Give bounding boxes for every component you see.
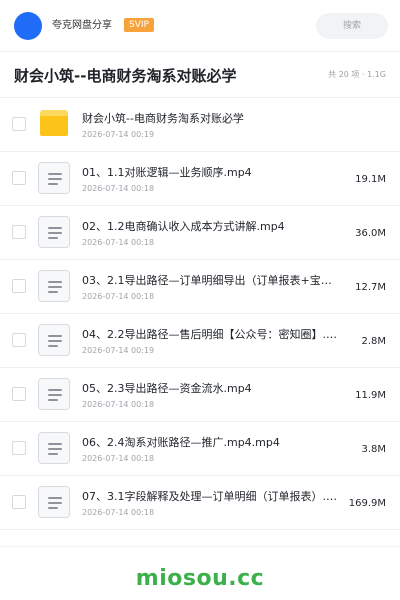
watermark: miosou.cc: [135, 566, 265, 591]
page-title: 财会小筑--电商财务淘系对账必学: [14, 67, 237, 85]
list-item[interactable]: 06、2.4淘系对账路径—推广.mp4.mp4 2026-07-14 00:18…: [0, 422, 400, 476]
document-icon: [38, 324, 70, 356]
select-checkbox[interactable]: [12, 171, 26, 185]
file-date: 2026-07-14 00:18: [82, 454, 155, 463]
document-icon: [38, 486, 70, 518]
file-size: 2.8M: [361, 336, 386, 347]
document-icon: [38, 432, 70, 464]
select-checkbox[interactable]: [12, 333, 26, 347]
file-name[interactable]: 03、2.1导出路径—订单明细导出（订单报表+宝贝…: [82, 274, 340, 288]
user-name[interactable]: 夸克网盘分享: [52, 19, 112, 33]
file-name[interactable]: 07、3.1字段解释及处理—订单明细（订单报表）.…: [82, 490, 340, 504]
document-icon: [38, 270, 70, 302]
file-size: 19.1M: [355, 174, 386, 185]
folder-icon: [38, 108, 70, 140]
file-size: 3.8M: [361, 444, 386, 455]
select-checkbox[interactable]: [12, 441, 26, 455]
document-icon: [38, 216, 70, 248]
select-checkbox[interactable]: [12, 495, 26, 509]
document-icon: [38, 162, 70, 194]
select-checkbox[interactable]: [12, 387, 26, 401]
select-checkbox[interactable]: [12, 279, 26, 293]
file-date: 2026-07-14 00:18: [82, 400, 155, 409]
file-date: 2026-07-14 00:18: [82, 184, 155, 193]
list-item[interactable]: 02、1.2电商确认收入成本方式讲解.mp4 2026-07-14 00:18 …: [0, 206, 400, 260]
select-checkbox[interactable]: [12, 225, 26, 239]
file-name[interactable]: 05、2.3导出路径—资金流水.mp4: [82, 382, 340, 396]
folder-meta: 共 20 项 · 1.1G: [328, 70, 386, 79]
file-size: 36.0M: [355, 228, 386, 239]
file-size: 11.9M: [355, 390, 386, 401]
file-date: 2026-07-14 00:18: [82, 238, 155, 247]
file-date: 2026-07-14 00:19: [82, 130, 155, 139]
search-input[interactable]: 搜索: [316, 13, 388, 39]
file-name[interactable]: 04、2.2导出路径—售后明细【公众号：密知圈】.…: [82, 328, 340, 342]
list-item[interactable]: 01、1.1对账逻辑—业务顺序.mp4 2026-07-14 00:18 19.…: [0, 152, 400, 206]
file-name[interactable]: 06、2.4淘系对账路径—推广.mp4.mp4: [82, 436, 340, 450]
file-name[interactable]: 财会小筑--电商财务淘系对账必学: [82, 112, 340, 126]
file-name[interactable]: 01、1.1对账逻辑—业务顺序.mp4: [82, 166, 340, 180]
file-size: 12.7M: [355, 282, 386, 293]
list-item[interactable]: 03、2.1导出路径—订单明细导出（订单报表+宝贝… 2026-07-14 00…: [0, 260, 400, 314]
document-icon: [38, 378, 70, 410]
svip-badge: SVIP: [124, 18, 154, 32]
top-header: 夸克网盘分享 SVIP 搜索: [0, 0, 400, 52]
list-item[interactable]: 07、3.1字段解释及处理—订单明细（订单报表）.… 2026-07-14 00…: [0, 476, 400, 530]
file-date: 2026-07-14 00:18: [82, 292, 155, 301]
folder-title-bar: 财会小筑--电商财务淘系对账必学 共 20 项 · 1.1G: [0, 52, 400, 98]
list-item[interactable]: 04、2.2导出路径—售后明细【公众号：密知圈】.… 2026-07-14 00…: [0, 314, 400, 368]
file-date: 2026-07-14 00:19: [82, 346, 155, 355]
list-item[interactable]: 财会小筑--电商财务淘系对账必学 2026-07-14 00:19: [0, 98, 400, 152]
file-date: 2026-07-14 00:18: [82, 508, 155, 517]
file-size: 169.9M: [348, 498, 386, 509]
file-list: 财会小筑--电商财务淘系对账必学 2026-07-14 00:19 01、1.1…: [0, 98, 400, 530]
select-checkbox[interactable]: [12, 117, 26, 131]
file-name[interactable]: 02、1.2电商确认收入成本方式讲解.mp4: [82, 220, 340, 234]
list-item[interactable]: 05、2.3导出路径—资金流水.mp4 2026-07-14 00:18 11.…: [0, 368, 400, 422]
avatar[interactable]: [14, 12, 42, 40]
